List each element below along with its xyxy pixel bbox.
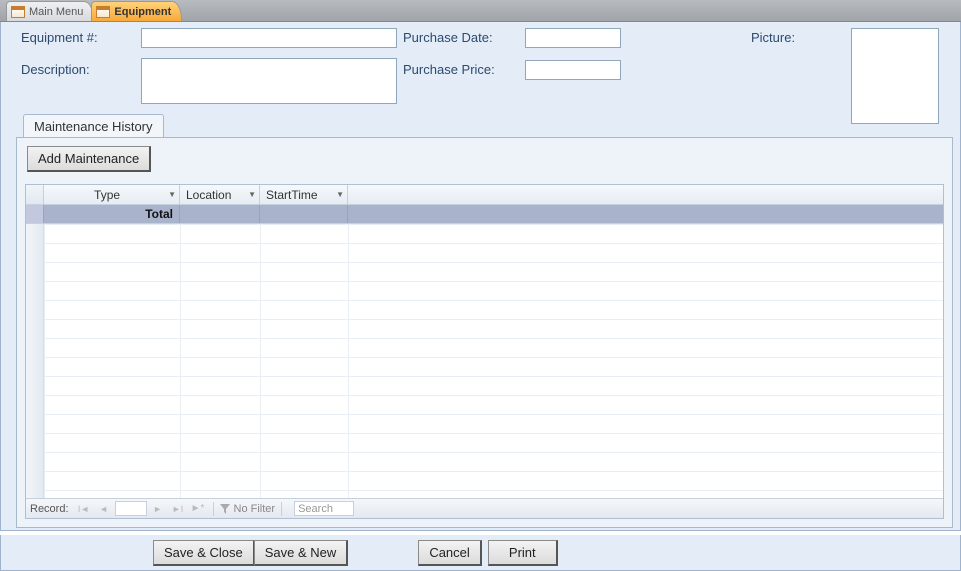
tab-maintenance-history[interactable]: Maintenance History [23, 114, 164, 139]
nav-new-icon[interactable]: ►* [189, 501, 207, 517]
row-selector[interactable] [26, 205, 44, 223]
select-all-cell[interactable] [26, 185, 44, 204]
purchase-date-label: Purchase Date: [403, 30, 493, 45]
search-input[interactable]: Search [294, 501, 354, 516]
button-label: Save & New [265, 545, 337, 560]
datasheet-grid[interactable] [26, 224, 943, 498]
chevron-down-icon[interactable]: ▼ [248, 190, 256, 199]
form-body: Equipment #: Description: Purchase Date:… [0, 22, 961, 531]
datasheet-total-row: Total [26, 205, 943, 224]
chevron-down-icon[interactable]: ▼ [336, 190, 344, 199]
nav-last-icon[interactable]: ►I [169, 501, 187, 517]
datasheet-header: Type ▼ Location ▼ StartTime ▼ [26, 185, 943, 205]
button-label: Print [509, 545, 536, 560]
column-starttime[interactable]: StartTime ▼ [260, 185, 348, 204]
purchase-price-label: Purchase Price: [403, 62, 495, 77]
column-label: StartTime [266, 188, 318, 202]
chevron-down-icon[interactable]: ▼ [168, 190, 176, 199]
save-close-button[interactable]: Save & Close [153, 540, 255, 566]
button-label: Save & Close [164, 545, 243, 560]
funnel-icon [220, 504, 230, 514]
add-maintenance-button[interactable]: Add Maintenance [27, 146, 151, 172]
column-label: Location [186, 188, 231, 202]
purchase-price-input[interactable] [525, 60, 621, 80]
picture-box[interactable] [851, 28, 939, 124]
column-location[interactable]: Location ▼ [180, 185, 260, 204]
tab-main-menu[interactable]: Main Menu [6, 1, 94, 21]
column-type[interactable]: Type ▼ [44, 185, 180, 204]
button-label: Cancel [429, 545, 469, 560]
button-label: Add Maintenance [38, 151, 139, 166]
bottom-button-bar: Save & Close Save & New Cancel Print [0, 535, 961, 571]
description-label: Description: [21, 62, 90, 77]
record-navigator: Record: I◄ ◄ ► ►I ►* No Filter Search [26, 498, 943, 518]
record-label: Record: [30, 503, 69, 515]
datasheet: Type ▼ Location ▼ StartTime ▼ Total [25, 184, 944, 519]
cancel-button[interactable]: Cancel [418, 540, 481, 566]
purchase-date-input[interactable] [525, 28, 621, 48]
subtab-label: Maintenance History [34, 119, 153, 134]
save-new-button[interactable]: Save & New [254, 540, 349, 566]
form-icon [11, 6, 25, 18]
description-input[interactable] [141, 58, 397, 104]
filter-indicator[interactable]: No Filter [220, 503, 276, 515]
window-tab-strip: Main Menu Equipment [0, 0, 961, 22]
search-placeholder: Search [298, 503, 333, 515]
record-number-input[interactable] [115, 501, 147, 516]
subtab-strip: Maintenance History [23, 114, 164, 139]
nav-first-icon[interactable]: I◄ [75, 501, 93, 517]
picture-label: Picture: [751, 30, 795, 45]
column-label: Type [50, 188, 164, 202]
tab-equipment[interactable]: Equipment [91, 1, 182, 21]
filter-label: No Filter [234, 503, 276, 515]
tab-label: Equipment [114, 6, 171, 18]
form-icon [96, 6, 110, 18]
column-blank [348, 185, 943, 204]
tab-label: Main Menu [29, 6, 83, 18]
total-label: Total [145, 207, 173, 221]
nav-next-icon[interactable]: ► [149, 501, 167, 517]
equipment-num-label: Equipment #: [21, 30, 98, 45]
nav-prev-icon[interactable]: ◄ [95, 501, 113, 517]
subtab-page: Add Maintenance Type ▼ Location ▼ StartT… [16, 137, 953, 528]
equipment-num-input[interactable] [141, 28, 397, 48]
print-button[interactable]: Print [488, 540, 558, 566]
